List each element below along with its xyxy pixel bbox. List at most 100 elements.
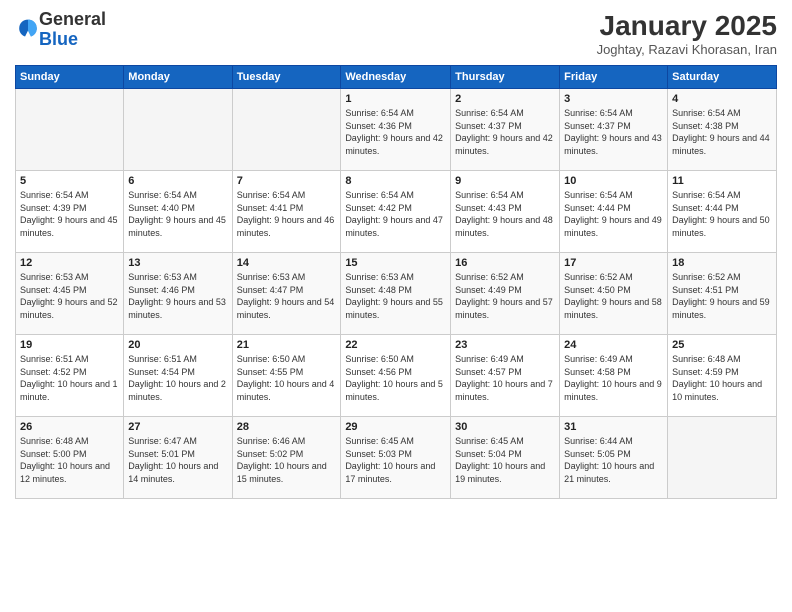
day-number: 29 — [345, 421, 446, 433]
calendar-week-row: 1 Sunrise: 6:54 AM Sunset: 4:36 PM Daylig… — [16, 89, 777, 171]
day-info: Sunrise: 6:54 AM Sunset: 4:42 PM Dayligh… — [345, 189, 446, 239]
col-monday: Monday — [124, 66, 232, 89]
table-row: 23Sunrise: 6:49 AM Sunset: 4:57 PM Dayli… — [451, 335, 560, 417]
day-number: 9 — [455, 175, 555, 187]
logo-icon — [17, 16, 39, 38]
day-info: Sunrise: 6:53 AM Sunset: 4:45 PM Dayligh… — [20, 271, 119, 321]
table-row: 24 Sunrise: 6:49 AM Sunset: 4:58 PM Dayli… — [560, 335, 668, 417]
day-info: Sunrise: 6:49 AM Sunset: 4:58 PM Dayligh… — [564, 353, 663, 403]
table-row — [124, 89, 232, 171]
day-number: 11 — [672, 175, 772, 187]
day-number: 19 — [20, 339, 119, 351]
day-info: Sunrise: 6:45 AM Sunset: 5:03 PM Dayligh… — [345, 435, 446, 485]
day-info: Sunrise: 6:54 AM Sunset: 4:44 PM Dayligh… — [564, 189, 663, 239]
header: General Blue January 2025 Joghtay, Razav… — [15, 10, 777, 57]
table-row: 2 Sunrise: 6:54 AM Sunset: 4:37 PM Daylig… — [451, 89, 560, 171]
calendar-week-row: 12 Sunrise: 6:53 AM Sunset: 4:45 PM Dayli… — [16, 253, 777, 335]
table-row: 27 Sunrise: 6:47 AM Sunset: 5:01 PM Dayli… — [124, 417, 232, 499]
table-row: 20 Sunrise: 6:51 AM Sunset: 4:54 PM Dayli… — [124, 335, 232, 417]
day-number: 10 — [564, 175, 663, 187]
table-row: 9Sunrise: 6:54 AM Sunset: 4:43 PM Daylig… — [451, 171, 560, 253]
table-row: 6 Sunrise: 6:54 AM Sunset: 4:40 PM Daylig… — [124, 171, 232, 253]
day-number: 4 — [672, 93, 772, 105]
table-row: 17 Sunrise: 6:52 AM Sunset: 4:50 PM Dayli… — [560, 253, 668, 335]
calendar-header-row: Sunday Monday Tuesday Wednesday Thursday… — [16, 66, 777, 89]
table-row: 26Sunrise: 6:48 AM Sunset: 5:00 PM Dayli… — [16, 417, 124, 499]
day-info: Sunrise: 6:51 AM Sunset: 4:52 PM Dayligh… — [20, 353, 119, 403]
day-info: Sunrise: 6:47 AM Sunset: 5:01 PM Dayligh… — [128, 435, 227, 485]
day-number: 21 — [237, 339, 337, 351]
table-row: 10 Sunrise: 6:54 AM Sunset: 4:44 PM Dayli… — [560, 171, 668, 253]
day-number: 8 — [345, 175, 446, 187]
page: General Blue January 2025 Joghtay, Razav… — [0, 0, 792, 612]
col-friday: Friday — [560, 66, 668, 89]
day-info: Sunrise: 6:54 AM Sunset: 4:40 PM Dayligh… — [128, 189, 227, 239]
day-number: 16 — [455, 257, 555, 269]
table-row: 13Sunrise: 6:53 AM Sunset: 4:46 PM Dayli… — [124, 253, 232, 335]
day-info: Sunrise: 6:48 AM Sunset: 5:00 PM Dayligh… — [20, 435, 119, 485]
col-thursday: Thursday — [451, 66, 560, 89]
calendar-week-row: 5Sunrise: 6:54 AM Sunset: 4:39 PM Daylig… — [16, 171, 777, 253]
day-info: Sunrise: 6:52 AM Sunset: 4:49 PM Dayligh… — [455, 271, 555, 321]
day-info: Sunrise: 6:54 AM Sunset: 4:39 PM Dayligh… — [20, 189, 119, 239]
day-info: Sunrise: 6:54 AM Sunset: 4:37 PM Dayligh… — [455, 107, 555, 157]
col-wednesday: Wednesday — [341, 66, 451, 89]
day-info: Sunrise: 6:54 AM Sunset: 4:44 PM Dayligh… — [672, 189, 772, 239]
table-row: 16 Sunrise: 6:52 AM Sunset: 4:49 PM Dayli… — [451, 253, 560, 335]
day-info: Sunrise: 6:54 AM Sunset: 4:38 PM Dayligh… — [672, 107, 772, 157]
table-row: 4 Sunrise: 6:54 AM Sunset: 4:38 PM Daylig… — [668, 89, 777, 171]
day-number: 28 — [237, 421, 337, 433]
table-row: 1 Sunrise: 6:54 AM Sunset: 4:36 PM Daylig… — [341, 89, 451, 171]
day-info: Sunrise: 6:50 AM Sunset: 4:55 PM Dayligh… — [237, 353, 337, 403]
table-row: 21 Sunrise: 6:50 AM Sunset: 4:55 PM Dayli… — [232, 335, 341, 417]
calendar-title: January 2025 — [597, 10, 777, 42]
table-row: 30 Sunrise: 6:45 AM Sunset: 5:04 PM Dayli… — [451, 417, 560, 499]
day-info: Sunrise: 6:54 AM Sunset: 4:41 PM Dayligh… — [237, 189, 337, 239]
day-number: 18 — [672, 257, 772, 269]
table-row: 22Sunrise: 6:50 AM Sunset: 4:56 PM Dayli… — [341, 335, 451, 417]
day-number: 1 — [345, 93, 446, 105]
day-info: Sunrise: 6:52 AM Sunset: 4:50 PM Dayligh… — [564, 271, 663, 321]
day-info: Sunrise: 6:53 AM Sunset: 4:48 PM Dayligh… — [345, 271, 446, 321]
table-row: 12 Sunrise: 6:53 AM Sunset: 4:45 PM Dayli… — [16, 253, 124, 335]
day-number: 27 — [128, 421, 227, 433]
day-info: Sunrise: 6:51 AM Sunset: 4:54 PM Dayligh… — [128, 353, 227, 403]
day-number: 31 — [564, 421, 663, 433]
day-number: 12 — [20, 257, 119, 269]
day-info: Sunrise: 6:46 AM Sunset: 5:02 PM Dayligh… — [237, 435, 337, 485]
table-row: 14 Sunrise: 6:53 AM Sunset: 4:47 PM Dayli… — [232, 253, 341, 335]
logo: General Blue — [15, 10, 106, 50]
col-tuesday: Tuesday — [232, 66, 341, 89]
table-row — [16, 89, 124, 171]
title-block: January 2025 Joghtay, Razavi Khorasan, I… — [597, 10, 777, 57]
day-number: 15 — [345, 257, 446, 269]
calendar-week-row: 26Sunrise: 6:48 AM Sunset: 5:00 PM Dayli… — [16, 417, 777, 499]
day-number: 17 — [564, 257, 663, 269]
table-row: 8 Sunrise: 6:54 AM Sunset: 4:42 PM Daylig… — [341, 171, 451, 253]
day-info: Sunrise: 6:45 AM Sunset: 5:04 PM Dayligh… — [455, 435, 555, 485]
day-number: 20 — [128, 339, 227, 351]
day-number: 24 — [564, 339, 663, 351]
day-number: 14 — [237, 257, 337, 269]
calendar-table: Sunday Monday Tuesday Wednesday Thursday… — [15, 65, 777, 499]
day-info: Sunrise: 6:54 AM Sunset: 4:36 PM Dayligh… — [345, 107, 446, 157]
day-number: 6 — [128, 175, 227, 187]
day-number: 2 — [455, 93, 555, 105]
day-number: 23 — [455, 339, 555, 351]
calendar-week-row: 19 Sunrise: 6:51 AM Sunset: 4:52 PM Dayli… — [16, 335, 777, 417]
day-number: 3 — [564, 93, 663, 105]
day-info: Sunrise: 6:48 AM Sunset: 4:59 PM Dayligh… — [672, 353, 772, 403]
table-row: 31 Sunrise: 6:44 AM Sunset: 5:05 PM Dayli… — [560, 417, 668, 499]
day-info: Sunrise: 6:54 AM Sunset: 4:37 PM Dayligh… — [564, 107, 663, 157]
table-row: 19 Sunrise: 6:51 AM Sunset: 4:52 PM Dayli… — [16, 335, 124, 417]
day-info: Sunrise: 6:44 AM Sunset: 5:05 PM Dayligh… — [564, 435, 663, 485]
day-info: Sunrise: 6:53 AM Sunset: 4:46 PM Dayligh… — [128, 271, 227, 321]
table-row: 11 Sunrise: 6:54 AM Sunset: 4:44 PM Dayli… — [668, 171, 777, 253]
day-info: Sunrise: 6:53 AM Sunset: 4:47 PM Dayligh… — [237, 271, 337, 321]
logo-blue-text: Blue — [39, 29, 78, 49]
table-row: 3 Sunrise: 6:54 AM Sunset: 4:37 PM Daylig… — [560, 89, 668, 171]
logo-general-text: General — [39, 9, 106, 29]
table-row: 5Sunrise: 6:54 AM Sunset: 4:39 PM Daylig… — [16, 171, 124, 253]
day-number: 30 — [455, 421, 555, 433]
col-saturday: Saturday — [668, 66, 777, 89]
